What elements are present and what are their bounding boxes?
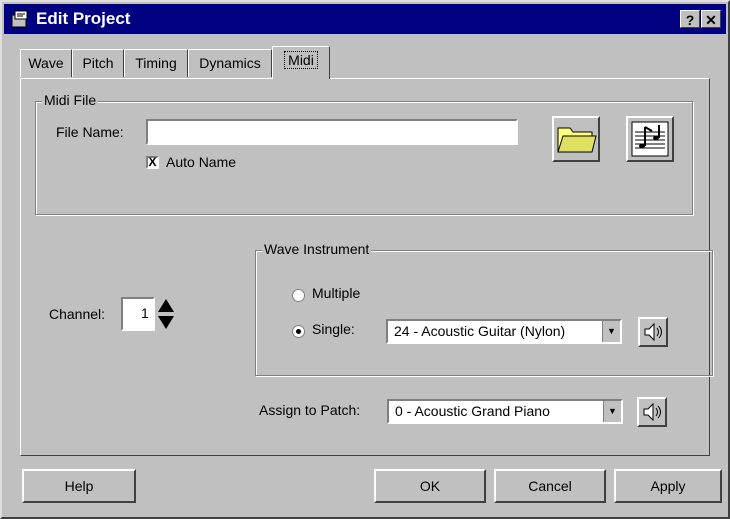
tab-midi-label: Midi: [284, 51, 318, 69]
single-radio[interactable]: [292, 325, 305, 338]
tab-dynamics-label: Dynamics: [199, 55, 261, 71]
tab-midi[interactable]: Midi: [272, 46, 330, 79]
ok-button-label: OK: [419, 478, 441, 494]
file-name-label: File Name:: [56, 124, 124, 140]
single-label: Single:: [312, 321, 355, 337]
midi-tab-panel: Midi File File Name: X Auto Name Channel…: [20, 78, 713, 456]
channel-value: 1: [141, 305, 149, 321]
apply-button-label: Apply: [650, 478, 686, 494]
apply-button[interactable]: Apply: [614, 469, 722, 503]
wave-instrument-group-label: Wave Instrument: [262, 241, 372, 257]
cancel-button-label: Cancel: [528, 478, 572, 494]
midi-file-group: Midi File File Name: X Auto Name: [35, 92, 693, 215]
speaker-icon: [643, 402, 661, 422]
tab-wave-label: Wave: [28, 55, 64, 71]
multiple-label: Multiple: [312, 285, 361, 301]
patch-select-value: 0 - Acoustic Grand Piano: [395, 403, 550, 419]
ok-button[interactable]: OK: [374, 469, 486, 503]
auto-name-label: Auto Name: [166, 154, 237, 170]
tab-wave[interactable]: Wave: [20, 49, 72, 77]
channel-label: Channel:: [49, 306, 106, 322]
dropdown-arrow-icon[interactable]: ▼: [603, 401, 621, 422]
tab-pitch-label: Pitch: [82, 55, 114, 71]
instrument-select-value: 24 - Acoustic Guitar (Nylon): [394, 323, 566, 339]
multiple-radio[interactable]: [292, 289, 305, 302]
auto-name-checkbox[interactable]: X: [146, 156, 159, 169]
preview-patch-button[interactable]: [637, 397, 667, 427]
tab-pitch[interactable]: Pitch: [72, 49, 124, 77]
dropdown-arrow-icon[interactable]: ▼: [602, 321, 620, 342]
instrument-select[interactable]: 24 - Acoustic Guitar (Nylon) ▼: [386, 319, 622, 344]
music-notes-icon: [631, 121, 669, 157]
help-question-button[interactable]: ?: [680, 10, 700, 28]
title-bar[interactable]: Edit Project ? ✕: [4, 4, 726, 34]
browse-folder-button[interactable]: [552, 116, 600, 162]
preview-instrument-button[interactable]: [638, 317, 668, 347]
midi-notes-button[interactable]: [626, 116, 674, 162]
file-name-input[interactable]: [146, 119, 518, 145]
speaker-icon: [644, 322, 662, 342]
assign-patch-label: Assign to Patch:: [259, 402, 361, 418]
channel-spin-buttons[interactable]: [157, 297, 175, 331]
help-button-label: Help: [64, 478, 94, 494]
tab-dynamics[interactable]: Dynamics: [188, 49, 272, 77]
patch-select[interactable]: 0 - Acoustic Grand Piano ▼: [387, 399, 623, 424]
cancel-button[interactable]: Cancel: [494, 469, 606, 503]
window-title: Edit Project: [36, 9, 131, 28]
edit-project-dialog: Edit Project ? ✕ Wave Pitch Timing Dynam…: [0, 0, 730, 519]
channel-input[interactable]: 1: [121, 297, 155, 331]
spin-arrows-icon: [158, 299, 174, 329]
folder-icon: [557, 127, 597, 153]
tab-timing-label: Timing: [135, 55, 177, 71]
wave-instrument-group: Wave Instrument Multiple Single: 24 - Ac…: [255, 241, 713, 376]
app-icon: [10, 9, 32, 29]
midi-file-group-label: Midi File: [42, 92, 99, 108]
close-button[interactable]: ✕: [701, 10, 721, 28]
tab-timing[interactable]: Timing: [124, 49, 188, 77]
help-button[interactable]: Help: [22, 469, 136, 503]
